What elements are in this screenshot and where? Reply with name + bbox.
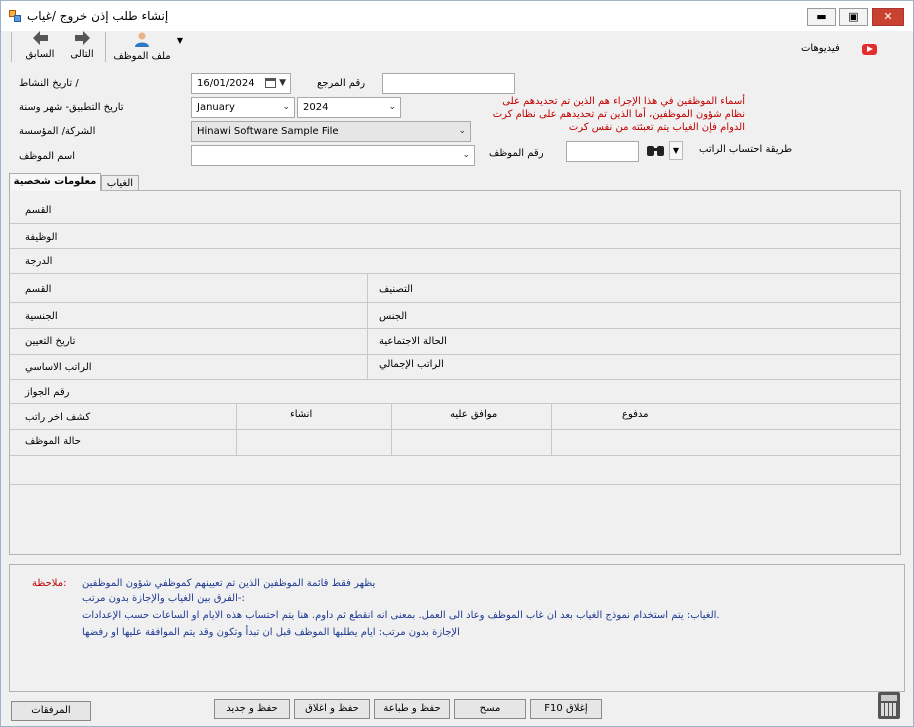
- company-select[interactable]: Hinawi Software Sample File ⌄: [191, 121, 471, 142]
- note-line-3: .الغياب: يتم استخدام نموذج الغياب بعد ان…: [82, 610, 720, 621]
- job-label: الوظيفة: [25, 232, 58, 243]
- minimize-button[interactable]: ▬: [807, 8, 836, 26]
- chevron-down-icon: ⌄: [282, 102, 290, 112]
- employee-no-label: رقم الموظف: [489, 148, 544, 159]
- employee-file-label: ملف الموظف: [113, 51, 171, 62]
- hire-date-label: تاريخ التعيين: [25, 336, 76, 347]
- employee-name-select[interactable]: ⌄: [191, 145, 475, 166]
- row-divider: [10, 302, 900, 303]
- binoculars-icon[interactable]: [647, 143, 665, 157]
- classification-label: التصنيف: [379, 284, 413, 295]
- row-divider: [10, 354, 900, 355]
- binoculars-dropdown[interactable]: ▼: [669, 141, 683, 160]
- activity-date-label: / تاريخ النشاط: [19, 78, 79, 89]
- column-divider: [236, 403, 237, 455]
- note-line-4: الإجازة بدون مرتب: ايام يطلبها الموظف قب…: [82, 627, 460, 638]
- row-divider: [10, 328, 900, 329]
- chevron-down-icon: ⌄: [388, 102, 396, 112]
- reference-label: رقم المرجع: [317, 78, 366, 89]
- person-icon: [135, 32, 149, 47]
- paid-label: مدفوع: [622, 409, 649, 420]
- year-select[interactable]: 2024 ⌄: [297, 97, 401, 118]
- activity-date-value: 16/01/2024: [197, 78, 255, 89]
- chevron-down-icon: ⌄: [462, 150, 470, 160]
- company-value: Hinawi Software Sample File: [197, 126, 339, 137]
- chevron-down-icon: ⌄: [458, 126, 466, 136]
- youtube-icon[interactable]: [862, 44, 877, 55]
- notes-panel: :ملاحظة يظهر فقط قائمة الموظفين الذين تم…: [9, 564, 905, 692]
- save-close-button[interactable]: حفظ و اغلاق: [294, 699, 370, 719]
- row-divider: [10, 455, 900, 456]
- gender-label: الجنس: [379, 311, 408, 322]
- toolbar-grip: [11, 32, 12, 62]
- marital-status-label: الحالة الاجتماعية: [379, 336, 447, 347]
- save-print-button[interactable]: حفظ و طباعة: [374, 699, 450, 719]
- tab-absence[interactable]: الغياب: [101, 175, 139, 190]
- calculator-icon[interactable]: [878, 692, 900, 719]
- next-label: التالى: [70, 49, 94, 60]
- note-line-2: :-الفرق بين الغياب والإجازة بدون مرتب: [82, 593, 245, 604]
- row-divider: [10, 484, 900, 485]
- column-divider: [367, 273, 368, 379]
- maximize-button[interactable]: ▣: [839, 8, 868, 26]
- month-select[interactable]: January ⌄: [191, 97, 295, 118]
- close-button[interactable]: ✕: [872, 8, 904, 26]
- nationality-label: الجنسية: [25, 311, 58, 322]
- notes-heading: :ملاحظة: [32, 578, 67, 589]
- row-divider: [10, 379, 900, 380]
- total-salary-label: الراتب الإجمالي: [379, 359, 444, 370]
- company-label: الشركة/ المؤسسة: [19, 126, 96, 137]
- calendar-icon: [265, 78, 276, 88]
- basic-salary-label: الراتب الاساسي: [25, 362, 92, 373]
- department-label: القسم: [25, 284, 52, 295]
- note-line-1: يظهر فقط قائمة الموظفين الذين تم تعيينهم…: [82, 578, 376, 589]
- toolbar: السابق التالى ملف الموظف ▼: [11, 31, 187, 64]
- period-label: تاريخ التطبيق- شهر وسنة: [19, 102, 124, 113]
- chevron-down-icon: ▼: [279, 78, 286, 88]
- previous-label: السابق: [25, 49, 55, 60]
- title-bar: إنشاء طلب إذن خروج /غياب ▬ ▣ ✕: [1, 1, 913, 31]
- column-divider: [551, 403, 552, 455]
- app-window: إنشاء طلب إذن خروج /غياب ▬ ▣ ✕ السابق ال…: [0, 0, 914, 727]
- row-divider: [10, 273, 900, 274]
- app-icon: [9, 10, 21, 22]
- last-payslip-label: كشف اخر راتب: [25, 412, 91, 423]
- employee-no-input[interactable]: [566, 141, 639, 162]
- month-value: January: [197, 102, 235, 113]
- employee-status-label: حالة الموظف: [25, 436, 81, 447]
- employee-name-label: اسم الموظف: [19, 151, 76, 162]
- row-divider: [10, 403, 900, 404]
- row-divider: [10, 223, 900, 224]
- grade-label: الدرجة: [25, 256, 53, 267]
- toolbar-separator: [105, 32, 106, 62]
- row-divider: [10, 248, 900, 249]
- arrow-left-icon: [32, 31, 48, 45]
- section-label: القسم: [25, 205, 52, 216]
- approved-label: موافق عليه: [450, 409, 498, 420]
- year-value: 2024: [303, 102, 329, 113]
- close-f10-button[interactable]: F10 إغلاق: [530, 699, 602, 719]
- attachments-button[interactable]: المرفقات: [11, 701, 91, 721]
- clear-button[interactable]: مسح: [454, 699, 526, 719]
- previous-button[interactable]: السابق: [19, 31, 61, 64]
- toolbar-dropdown[interactable]: ▼: [175, 31, 185, 64]
- created-label: انشاء: [290, 409, 313, 420]
- reference-input[interactable]: [382, 73, 515, 94]
- save-new-button[interactable]: حفظ و جديد: [214, 699, 290, 719]
- videos-link[interactable]: فيديوهات: [801, 43, 840, 54]
- warning-text: أسماء الموظفين في هذا الإجراء هم الذين ت…: [492, 96, 745, 133]
- arrow-right-icon: [74, 31, 90, 45]
- window-title: إنشاء طلب إذن خروج /غياب: [27, 9, 169, 23]
- column-divider: [391, 403, 392, 455]
- personal-info-panel: القسم الوظيفة الدرجة القسم التصنيف الجنس…: [9, 190, 901, 555]
- salary-method-label: طريقة احتساب الراتب: [699, 144, 793, 155]
- passport-no-label: رقم الجواز: [25, 387, 70, 398]
- activity-date-picker[interactable]: 16/01/2024 ▼: [191, 73, 291, 94]
- tab-personal-info[interactable]: معلومات شخصية: [9, 173, 101, 191]
- employee-file-button[interactable]: ملف الموظف: [109, 31, 175, 64]
- next-button[interactable]: التالى: [61, 31, 103, 64]
- row-divider: [10, 429, 900, 430]
